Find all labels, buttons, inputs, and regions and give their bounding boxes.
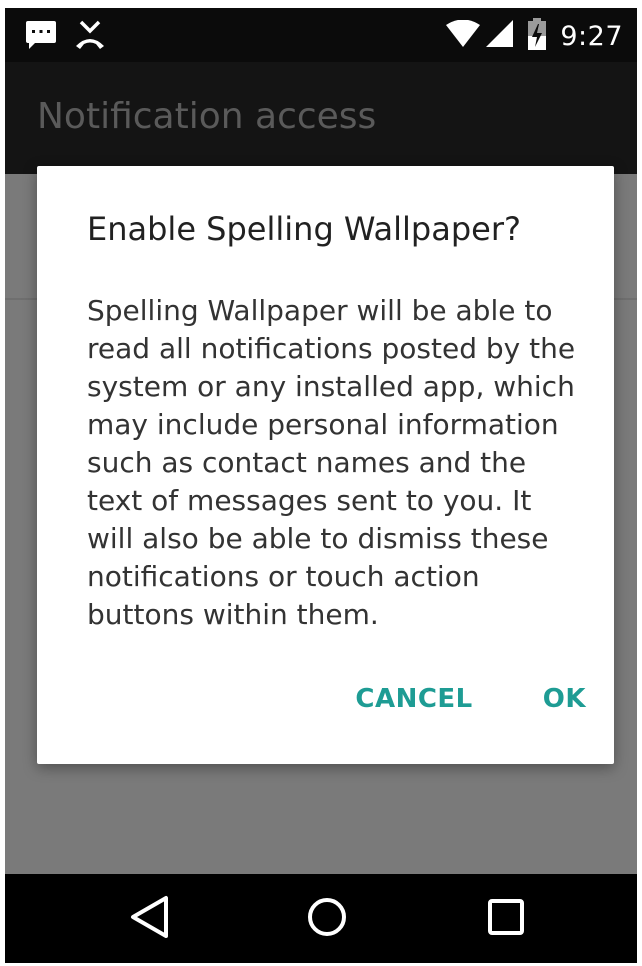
cancel-button[interactable]: CANCEL <box>355 678 472 720</box>
navigation-bar <box>5 874 637 963</box>
status-right-icons: 9:27 <box>446 18 623 54</box>
ok-button[interactable]: OK <box>543 678 586 720</box>
home-icon[interactable] <box>304 894 350 944</box>
cell-signal-icon <box>486 20 514 52</box>
permission-dialog: Enable Spelling Wallpaper? Spelling Wall… <box>37 166 614 764</box>
battery-charging-icon <box>528 18 547 54</box>
device-screen: 9:27 Notification access Enable Spelling… <box>5 8 637 963</box>
back-icon[interactable] <box>128 894 172 944</box>
recents-icon[interactable] <box>483 894 529 944</box>
action-bar: Notification access <box>5 62 637 174</box>
dialog-message: Spelling Wallpaper will be able to read … <box>87 294 576 631</box>
status-left-icons <box>25 20 105 54</box>
missed-call-icon <box>75 20 105 54</box>
wifi-icon <box>446 19 481 52</box>
message-notification-icon <box>25 20 57 54</box>
page-title: Notification access <box>37 96 377 137</box>
status-bar: 9:27 <box>5 8 637 62</box>
dialog-title: Enable Spelling Wallpaper? <box>87 210 521 248</box>
status-clock: 9:27 <box>560 20 623 52</box>
dialog-actions: CANCEL OK <box>355 678 586 720</box>
